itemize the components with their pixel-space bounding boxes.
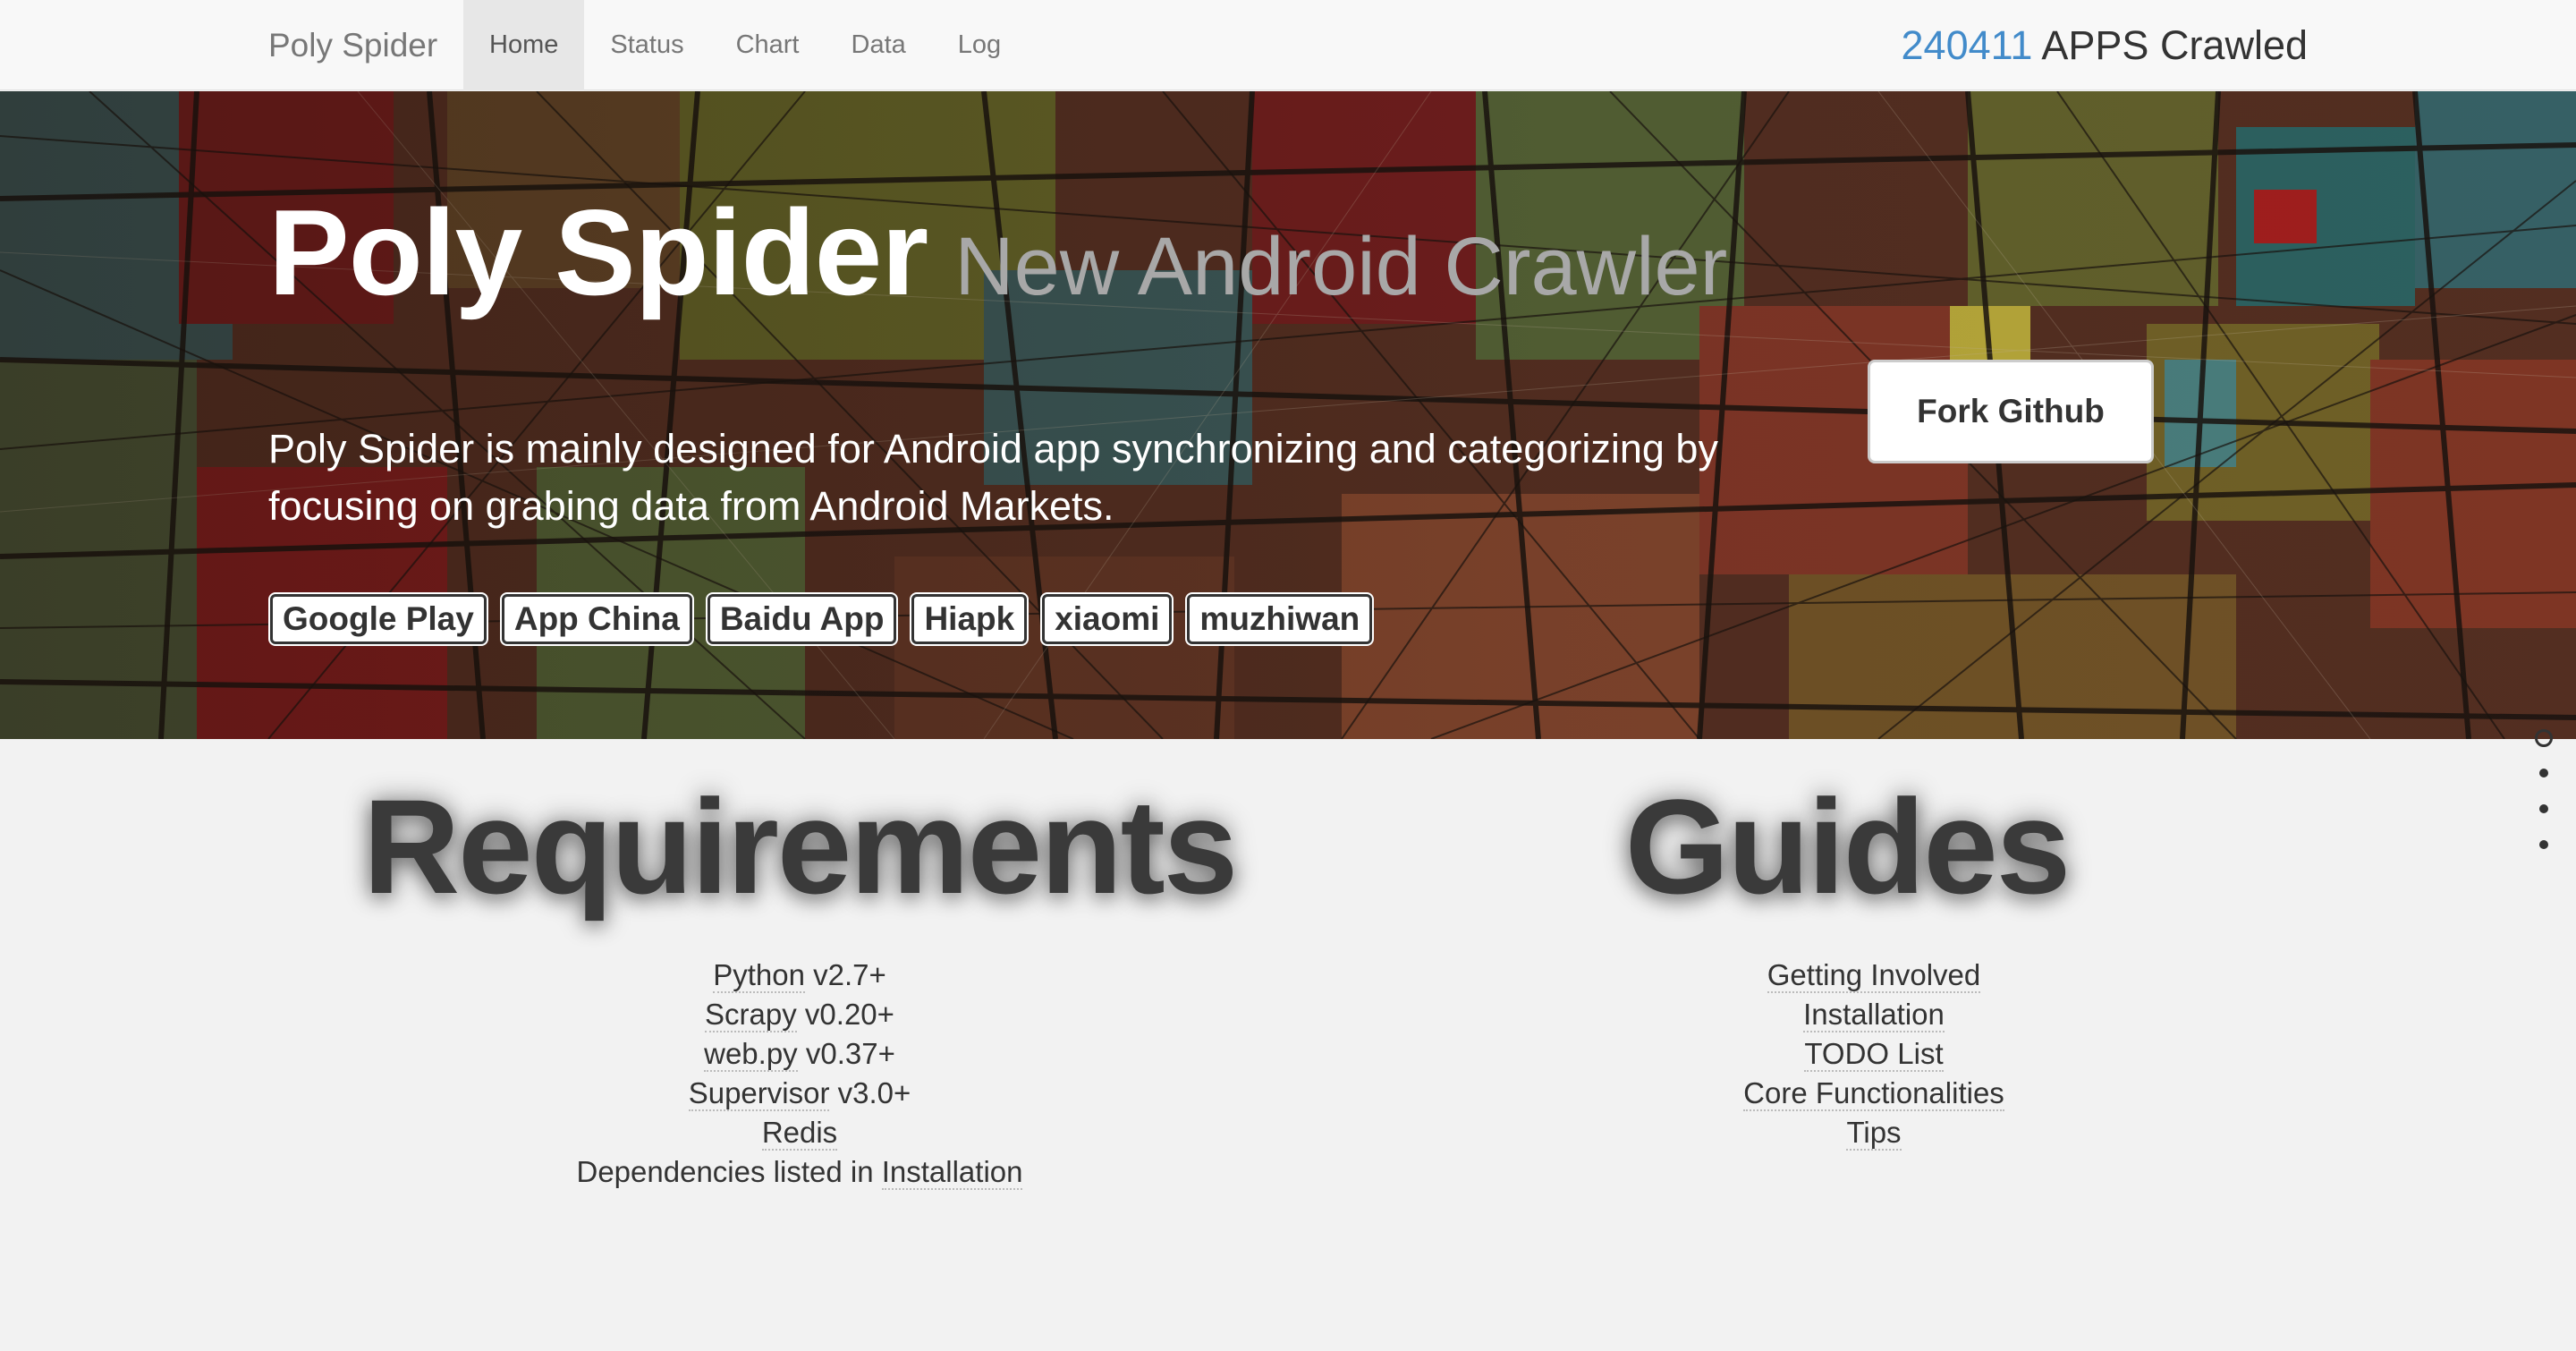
dependencies-text: Dependencies listed in [576,1155,882,1188]
guide-tips-link[interactable]: Tips [1846,1116,1902,1151]
redis-link[interactable]: Redis [761,1116,838,1151]
navbar: Poly Spider Home Status Chart Data Log 2… [0,0,2576,90]
requirements-heading: Requirements [362,771,1238,922]
requirements-list: Python v2.7+ Scrapy v0.20+ web.py v0.37+… [340,956,1259,1192]
list-item: Tips [1561,1113,2187,1152]
apps-crawled-counter: 240411 APPS Crawled [1902,0,2308,90]
list-item: Core Functionalities [1561,1074,2187,1113]
fork-github-button[interactable]: Fork Github [1868,360,2154,463]
market-baidu-app[interactable]: Baidu App [707,594,897,644]
scrapy-version: v0.20+ [796,998,894,1031]
python-version: v2.7+ [804,958,886,991]
market-hiapk[interactable]: Hiapk [911,594,1028,644]
requirements-section: Requirements Python v2.7+ Scrapy v0.20+ … [340,766,1259,1192]
supervisor-link[interactable]: Supervisor [688,1076,830,1111]
python-link[interactable]: Python [713,958,805,993]
apps-crawled-count: 240411 [1901,22,2033,68]
guide-getting-involved-link[interactable]: Getting Involved [1767,958,1981,993]
market-muzhiwan[interactable]: muzhiwan [1187,594,1373,644]
apps-crawled-label: APPS Crawled [2032,22,2308,68]
webpy-link[interactable]: web.py [704,1037,798,1072]
nav-menu: Home Status Chart Data Log [463,0,1027,90]
nav-item-data[interactable]: Data [826,0,932,90]
brand-link[interactable]: Poly Spider [268,0,437,90]
guide-todo-list-link[interactable]: TODO List [1804,1037,1944,1072]
guides-heading: Guides [1624,771,2071,922]
hero-description: Poly Spider is mainly designed for Andro… [268,426,1718,529]
dot-nav-2[interactable] [2539,769,2548,777]
nav-item-chart[interactable]: Chart [710,0,826,90]
list-item: Getting Involved [1561,956,2187,995]
dot-nav-1[interactable] [2535,729,2553,747]
guides-list: Getting Involved Installation TODO List … [1507,956,2187,1152]
list-item: Python v2.7+ [340,956,1259,995]
scrapy-link[interactable]: Scrapy [705,998,797,1032]
dot-nav-4[interactable] [2539,840,2548,849]
hero-heading: Poly Spider New Android Crawler [268,183,1727,322]
supervisor-version: v3.0+ [829,1076,911,1109]
list-item: TODO List [1561,1034,2187,1074]
list-item: Installation [1561,995,2187,1034]
market-google-play[interactable]: Google Play [270,594,487,644]
hero-title: Poly Spider [268,184,928,320]
market-app-china[interactable]: App China [501,594,692,644]
list-item: Dependencies listed in Installation [340,1152,1259,1192]
market-list: Google Play App China Baidu App Hiapk xi… [270,594,1373,644]
dot-nav-3[interactable] [2539,804,2548,813]
list-item: Supervisor v3.0+ [340,1074,1259,1113]
guide-core-functionalities-link[interactable]: Core Functionalities [1743,1076,2004,1111]
section-dot-nav [2533,729,2555,876]
market-xiaomi[interactable]: xiaomi [1042,594,1173,644]
nav-item-home[interactable]: Home [463,0,585,90]
nav-item-log[interactable]: Log [932,0,1027,90]
list-item: Scrapy v0.20+ [340,995,1259,1034]
list-item: Redis [340,1113,1259,1152]
nav-item-status[interactable]: Status [584,0,709,90]
hero-banner: Poly Spider New Android Crawler Poly Spid… [0,91,2576,739]
guides-section: Guides Getting Involved Installation TOD… [1507,766,2187,1152]
list-item: web.py v0.37+ [340,1034,1259,1074]
webpy-version: v0.37+ [797,1037,895,1070]
installation-link[interactable]: Installation [881,1155,1023,1190]
guide-installation-link[interactable]: Installation [1803,998,1945,1032]
hero-subtitle: New Android Crawler [954,221,1728,312]
